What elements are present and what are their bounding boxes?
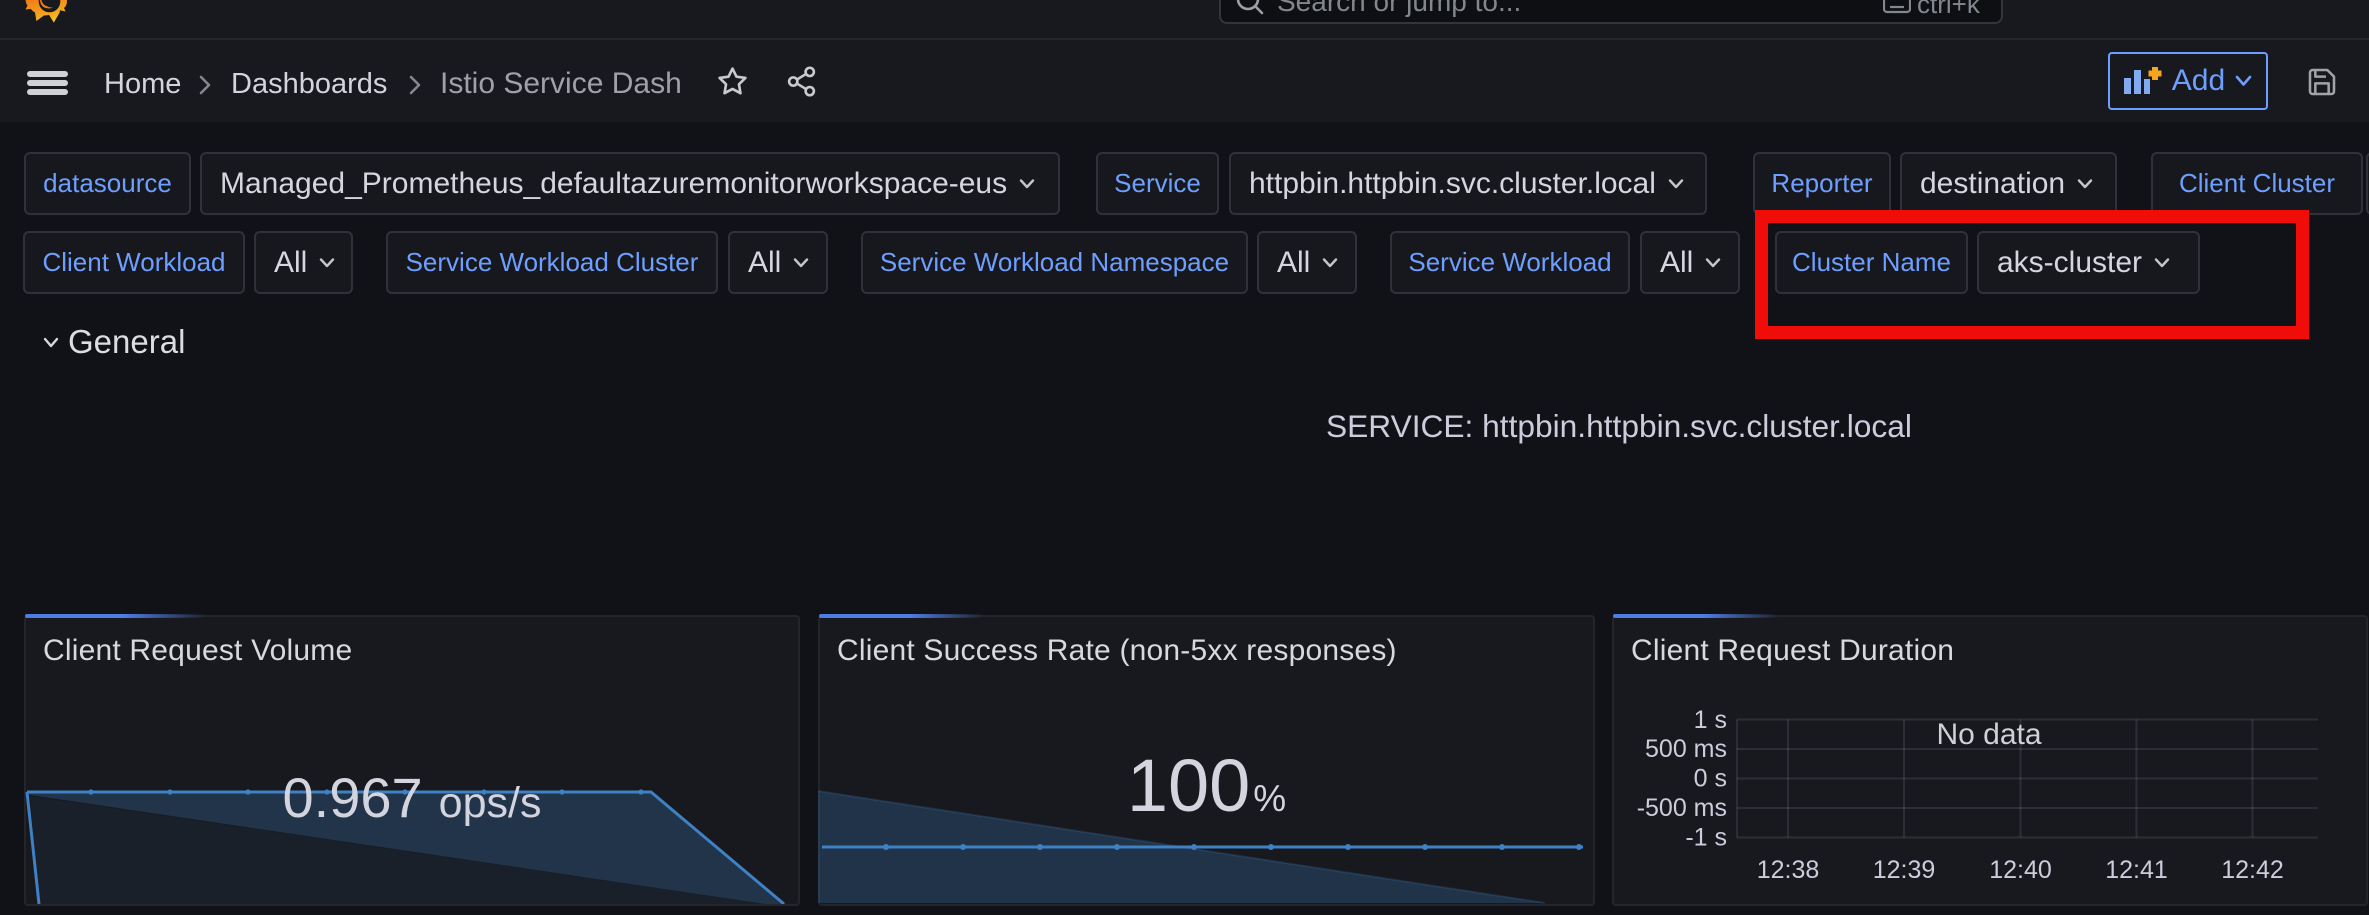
svg-text:-1 s: -1 s [1685,824,1727,852]
svg-text:12:38: 12:38 [1757,856,1820,884]
svg-text:12:42: 12:42 [2221,856,2284,884]
svg-text:500 ms: 500 ms [1645,735,1727,763]
svg-text:1 s: 1 s [1694,706,1727,734]
svg-text:0 s: 0 s [1694,765,1727,793]
svg-text:-500 ms: -500 ms [1637,794,1727,822]
svg-text:No data: No data [1936,718,2041,751]
svg-text:12:39: 12:39 [1873,856,1936,884]
svg-text:12:41: 12:41 [2105,856,2168,884]
svg-text:12:40: 12:40 [1989,856,2052,884]
